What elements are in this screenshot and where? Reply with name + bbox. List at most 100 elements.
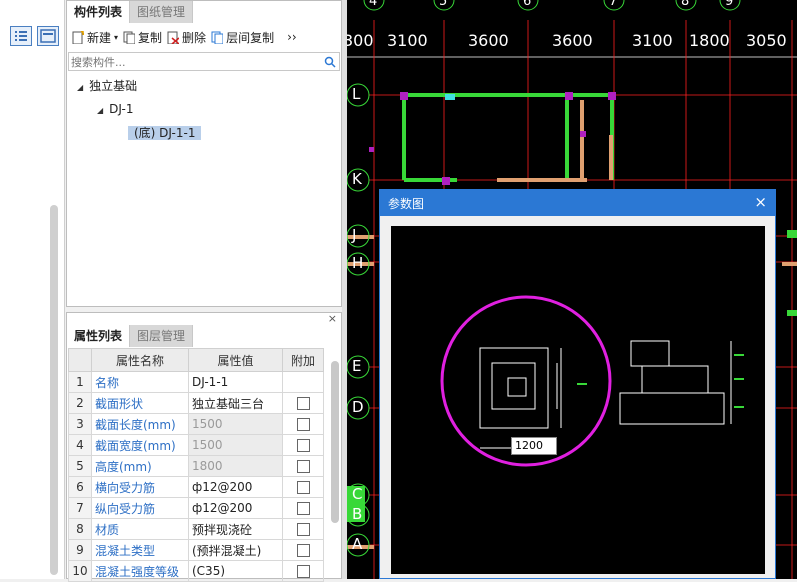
extra-checkbox-cell[interactable] — [282, 539, 324, 561]
tree-node-leaf[interactable]: (底) DJ-1-1 — [128, 124, 202, 142]
dimension-label: 1800 — [689, 31, 730, 50]
delete-button[interactable]: 删除 — [167, 29, 206, 46]
row-number: 7 — [68, 497, 92, 519]
tab-layer-management[interactable]: 图层管理 — [130, 325, 194, 347]
extra-checkbox[interactable] — [296, 565, 310, 578]
table-row[interactable]: 8 材质 预拌现浇砼 — [68, 518, 324, 540]
card-view-button[interactable] — [37, 26, 59, 46]
extra-checkbox[interactable] — [296, 439, 310, 452]
parameter-diagram-canvas: 1200 — [391, 226, 765, 574]
extra-checkbox[interactable] — [296, 418, 310, 431]
row-number: 1 — [68, 371, 92, 393]
extra-checkbox-cell[interactable] — [282, 476, 324, 498]
extra-checkbox[interactable] — [296, 544, 310, 557]
property-name: 截面宽度(mm) — [91, 434, 189, 456]
copy-icon — [123, 31, 136, 44]
extra-checkbox[interactable] — [296, 523, 310, 536]
tab-property-list[interactable]: 属性列表 — [67, 325, 131, 347]
tree-node-child[interactable]: ◢ DJ-1 — [97, 100, 133, 118]
list-view-button[interactable] — [10, 26, 32, 46]
property-scrollbar[interactable] — [331, 361, 339, 523]
grid-axis-label: H — [352, 254, 364, 272]
property-value[interactable]: DJ-1-1 — [188, 371, 283, 393]
search-icon[interactable] — [324, 56, 336, 68]
row-number: 10 — [68, 560, 92, 582]
property-name: 名称 — [91, 371, 189, 393]
grid-axis-label: B — [352, 505, 363, 523]
elev-step-middle — [641, 365, 709, 394]
property-name: 混凝土强度等级 — [91, 560, 189, 582]
property-value[interactable]: 1500 — [188, 413, 283, 435]
property-value[interactable]: (C35) — [188, 560, 283, 582]
new-button[interactable]: 新建 ▾ — [72, 29, 118, 46]
table-row[interactable]: 9 混凝土类型 (预拌混凝土) — [68, 539, 324, 561]
expand-triangle-icon[interactable]: ◢ — [97, 106, 103, 115]
property-name: 横向受力筋 — [91, 476, 189, 498]
grid-axis-label: 9 — [725, 0, 734, 9]
table-row[interactable]: 5 高度(mm) 1800 — [68, 455, 324, 477]
extra-checkbox[interactable] — [296, 460, 310, 473]
dimension-input[interactable]: 1200 — [511, 437, 557, 455]
close-icon[interactable]: × — [328, 312, 337, 325]
tab-drawing-management[interactable]: 图纸管理 — [130, 1, 194, 23]
grid-axis-label: A — [352, 535, 363, 553]
property-name: 材质 — [91, 518, 189, 540]
table-row[interactable]: 6 横向受力筋 ф12@200 — [68, 476, 324, 498]
more-tools-button[interactable]: ›› — [287, 30, 297, 44]
property-name: 截面长度(mm) — [91, 413, 189, 435]
dimension-label: 3600 — [552, 31, 593, 50]
extra-checkbox[interactable] — [296, 481, 310, 494]
elev-step-bottom — [619, 392, 725, 425]
extra-checkbox-cell[interactable] — [282, 455, 324, 477]
expand-triangle-icon[interactable]: ◢ — [77, 83, 83, 92]
left-scrollbar[interactable] — [50, 205, 58, 575]
table-row[interactable]: 7 纵向受力筋 ф12@200 — [68, 497, 324, 519]
extra-checkbox-cell[interactable] — [282, 413, 324, 435]
property-name: 纵向受力筋 — [91, 497, 189, 519]
row-number: 6 — [68, 476, 92, 498]
table-row[interactable]: 3 截面长度(mm) 1500 — [68, 413, 324, 435]
extra-checkbox-cell[interactable] — [282, 434, 324, 456]
property-value[interactable]: 1800 — [188, 455, 283, 477]
floor-copy-button[interactable]: 层间复制 — [211, 29, 274, 46]
property-name: 混凝土类型 — [91, 539, 189, 561]
dialog-title-bar[interactable]: 参数图 × — [380, 190, 775, 216]
extra-checkbox-cell[interactable] — [282, 371, 324, 393]
col-number — [68, 348, 92, 372]
extra-checkbox[interactable] — [296, 502, 310, 515]
row-number: 9 — [68, 539, 92, 561]
copy-button[interactable]: 复制 — [123, 29, 162, 46]
table-row[interactable]: 2 截面形状 独立基础三台 — [68, 392, 324, 414]
property-value[interactable]: ф12@200 — [188, 497, 283, 519]
dimension-label: 3100 — [387, 31, 428, 50]
property-value[interactable]: 预拌现浇砼 — [188, 518, 283, 540]
extra-checkbox-cell[interactable] — [282, 518, 324, 540]
grid-axis-label: 7 — [609, 0, 618, 9]
search-input[interactable] — [69, 53, 313, 71]
table-row[interactable]: 4 截面宽度(mm) 1500 — [68, 434, 324, 456]
property-value[interactable]: 独立基础三台 — [188, 392, 283, 414]
floor-copy-icon — [211, 31, 224, 44]
component-list-panel: 构件列表 图纸管理 新建 ▾ 复制 删除 层间复制 ›› ◢独立基础 ◢DJ-1 — [66, 0, 342, 307]
grid-axis-label: 8 — [681, 0, 690, 9]
extra-checkbox-cell[interactable] — [282, 392, 324, 414]
elev-step-top — [630, 340, 670, 367]
extra-checkbox-cell[interactable] — [282, 497, 324, 519]
extra-checkbox-cell[interactable] — [282, 560, 324, 582]
component-search[interactable] — [68, 52, 340, 71]
grid-axis-label: 4 — [369, 0, 378, 9]
table-row[interactable]: 10 混凝土强度等级 (C35) — [68, 560, 324, 582]
extra-checkbox[interactable] — [296, 397, 310, 410]
grid-axis-label: C — [352, 485, 363, 503]
grid-axis-label: E — [352, 357, 362, 375]
tree-node-root[interactable]: ◢ 独立基础 — [77, 77, 137, 95]
dialog-title: 参数图 — [388, 197, 425, 211]
table-row[interactable]: 1 名称 DJ-1-1 — [68, 371, 324, 393]
dimension-label: 3600 — [468, 31, 509, 50]
property-value[interactable]: (预拌混凝土) — [188, 539, 283, 561]
property-value[interactable]: ф12@200 — [188, 476, 283, 498]
property-value[interactable]: 1500 — [188, 434, 283, 456]
tab-component-list[interactable]: 构件列表 — [67, 1, 131, 23]
close-icon[interactable]: × — [754, 193, 767, 211]
plan-step-outer — [479, 347, 549, 429]
